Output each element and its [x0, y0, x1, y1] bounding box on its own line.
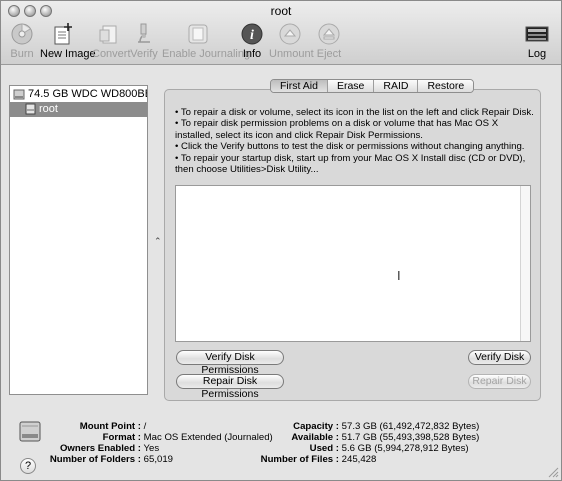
unmount-icon	[279, 23, 301, 45]
journaling-icon	[188, 24, 208, 44]
available-key: Available :	[291, 432, 339, 443]
info-right-column: Capacity : 57.3 GB (61,492,472,832 Bytes…	[251, 421, 541, 465]
title-toolbar-bar: root Burn New Image Convert Verify Enabl…	[1, 1, 561, 65]
number-of-folders-key: Number of Folders :	[49, 454, 141, 465]
verify-button[interactable]: Verify	[130, 22, 158, 60]
number-of-files-key: Number of Files :	[260, 454, 339, 465]
capacity-key: Capacity :	[293, 421, 339, 432]
disk-list-item-label: root	[39, 103, 58, 115]
info-left-column: Mount Point : / Format : Mac OS Extended…	[41, 421, 273, 465]
instruction-line: • Click the Verify buttons to test the d…	[175, 141, 525, 153]
window-title: root	[270, 4, 292, 18]
instruction-line: • To repair disk permission problems on …	[175, 118, 499, 141]
new-image-button[interactable]: New Image	[40, 22, 96, 60]
info-icon: i	[241, 23, 263, 45]
first-aid-instructions: • To repair a disk or volume, select its…	[175, 107, 535, 175]
hard-disk-icon	[13, 89, 25, 100]
capacity-value: 57.3 GB (61,492,472,832 Bytes)	[341, 421, 480, 432]
convert-icon	[99, 25, 117, 44]
verify-disk-permissions-button[interactable]: Verify Disk Permissions	[176, 350, 284, 376]
eject-button[interactable]: Eject	[315, 22, 343, 60]
info-button[interactable]: i Info	[240, 22, 264, 60]
instruction-line: • To repair a disk or volume, select its…	[175, 107, 534, 118]
enable-journaling-label: Enable Journaling	[162, 48, 251, 60]
available-value: 51.7 GB (55,493,398,528 Bytes)	[341, 432, 480, 443]
unmount-label: Unmount	[269, 48, 314, 60]
text-cursor-icon: I	[397, 268, 401, 283]
disk-list-item-root[interactable]: root	[10, 102, 147, 117]
volume-info-icon	[19, 421, 41, 442]
eject-label: Eject	[316, 48, 342, 60]
used-value: 5.6 GB (5,994,278,912 Bytes)	[341, 443, 469, 454]
instruction-line: • To repair your startup disk, start up …	[175, 152, 526, 176]
resize-grip-icon[interactable]	[547, 466, 559, 478]
tab-raid[interactable]: RAID	[374, 80, 419, 92]
convert-label: Convert	[92, 48, 131, 60]
log-button[interactable]: Log	[524, 22, 550, 60]
splitter-handle[interactable]: ⌃	[154, 236, 162, 247]
new-image-icon	[54, 23, 72, 45]
eject-icon	[318, 23, 340, 45]
burn-label: Burn	[10, 48, 34, 60]
info-label: Info	[242, 48, 262, 60]
burn-button[interactable]: Burn	[7, 22, 37, 60]
convert-button[interactable]: Convert	[92, 22, 131, 60]
enable-journaling-button[interactable]: Enable Journaling	[162, 22, 251, 60]
tab-bar: First Aid Erase RAID Restore	[270, 79, 475, 93]
log-label: Log	[527, 48, 547, 60]
log-scrollbar[interactable]	[520, 186, 530, 341]
burn-icon	[11, 23, 33, 45]
new-image-label: New Image	[40, 48, 96, 60]
verify-label: Verify	[130, 48, 158, 60]
used-key: Used :	[309, 443, 339, 454]
help-button[interactable]: ?	[20, 458, 36, 474]
format-key: Format :	[102, 432, 141, 443]
first-aid-log-area[interactable]	[175, 185, 531, 342]
mount-point-value: /	[143, 421, 147, 432]
number-of-files-value: 245,428	[341, 454, 377, 465]
svg-text:i: i	[250, 28, 254, 43]
disk-utility-window: root Burn New Image Convert Verify Enabl…	[0, 0, 562, 481]
disk-list-item-wdc[interactable]: 74.5 GB WDC WD800BB...	[10, 87, 147, 102]
tab-restore[interactable]: Restore	[418, 80, 474, 92]
disk-list[interactable]: 74.5 GB WDC WD800BB... root	[9, 85, 148, 395]
disk-list-item-label: 74.5 GB WDC WD800BB...	[28, 88, 147, 100]
repair-disk-button[interactable]: Repair Disk	[468, 374, 531, 389]
verify-icon	[138, 23, 150, 43]
tab-erase[interactable]: Erase	[327, 80, 375, 92]
number-of-folders-value: 65,019	[143, 454, 174, 465]
repair-disk-permissions-button[interactable]: Repair Disk Permissions	[176, 374, 284, 400]
mount-point-key: Mount Point :	[79, 421, 141, 432]
verify-disk-button[interactable]: Verify Disk	[468, 350, 531, 365]
tab-first-aid[interactable]: First Aid	[271, 80, 328, 92]
volume-icon	[25, 103, 36, 115]
unmount-button[interactable]: Unmount	[269, 22, 314, 60]
log-icon	[525, 26, 549, 42]
owners-enabled-key: Owners Enabled :	[59, 443, 141, 454]
owners-enabled-value: Yes	[143, 443, 160, 454]
